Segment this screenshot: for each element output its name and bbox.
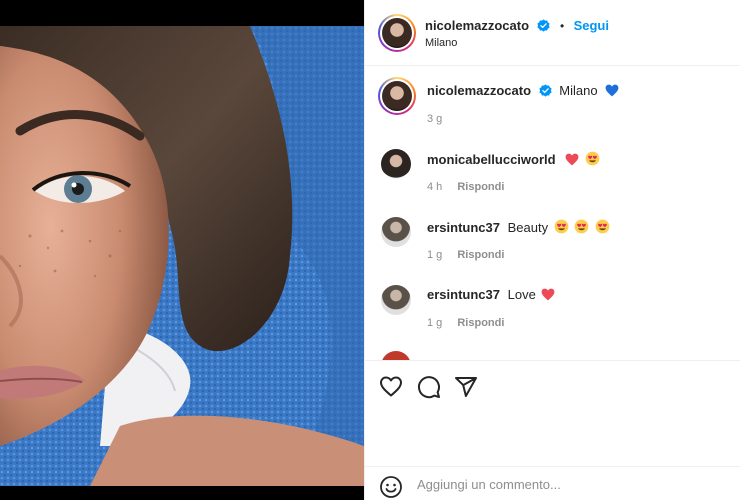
author-avatar[interactable] [378, 14, 416, 52]
caption-avatar[interactable] [378, 77, 416, 115]
caption-text-line: nicolemazzocato Milano [427, 83, 619, 98]
heart-eyes-icon [585, 151, 600, 166]
commenter-avatar[interactable] [381, 217, 411, 247]
comment-meta: 1 g Rispondi [427, 249, 504, 261]
comment-username[interactable]: ersintunc37 [427, 287, 500, 302]
comment-text-line: ersintunc37 Love [427, 287, 555, 302]
post-media [0, 0, 364, 500]
post-photo[interactable] [0, 26, 364, 486]
comment-text-line: ersintunc37 Beauty [427, 219, 610, 235]
commenter-avatar[interactable] [381, 149, 411, 179]
verified-badge-icon [537, 19, 551, 32]
red-heart-icon [565, 153, 579, 166]
comment-time: 1 g [427, 317, 443, 329]
caption-username[interactable]: nicolemazzocato [427, 83, 531, 98]
heart-eyes-icon [574, 219, 589, 234]
reply-button[interactable]: Rispondi [457, 249, 504, 261]
post-panel: nicolemazzocato • Segui Milano nicolemaz… [364, 0, 740, 500]
heart-eyes-icon [595, 219, 610, 234]
caption-time: 3 g [427, 113, 443, 125]
post-location[interactable]: Milano [425, 37, 457, 49]
comment-username[interactable]: ersintunc37 [427, 220, 500, 235]
post-header: nicolemazzocato • Segui Milano [365, 0, 740, 66]
verified-badge-icon [539, 84, 552, 97]
emoji-picker-icon[interactable] [379, 475, 403, 499]
follow-button[interactable]: Segui [574, 18, 609, 33]
comment-input[interactable] [417, 473, 717, 495]
comment-text: Beauty [507, 220, 549, 235]
blue-heart-icon [605, 84, 619, 97]
photo-illustration [0, 26, 364, 486]
commenter-avatar[interactable] [381, 285, 411, 315]
comment-text: Love [507, 287, 536, 302]
share-icon[interactable] [454, 375, 478, 399]
reply-button[interactable]: Rispondi [457, 181, 504, 193]
comment-username[interactable]: monicabellucciworld [427, 152, 556, 167]
comment-meta: 1 g Rispondi [427, 317, 504, 329]
commenter-avatar[interactable] [381, 351, 411, 360]
red-heart-icon [542, 288, 555, 301]
caption-text: Milano [559, 83, 598, 98]
comment-time: 1 g [427, 249, 443, 261]
separator-dot: • [559, 19, 565, 33]
comment-text-line: monicabellucciworld [427, 151, 600, 167]
comments-list[interactable]: nicolemazzocato Milano 3 g monicabellucc… [365, 67, 740, 360]
heart-icon[interactable] [379, 375, 403, 399]
comment-icon[interactable] [417, 375, 441, 399]
add-comment-bar [365, 466, 740, 500]
heart-eyes-icon [554, 219, 569, 234]
comment-meta: 4 h Rispondi [427, 181, 504, 193]
comment-time: 4 h [427, 181, 443, 193]
action-bar [365, 360, 740, 412]
author-username[interactable]: nicolemazzocato [425, 18, 529, 33]
reply-button[interactable]: Rispondi [457, 317, 504, 329]
